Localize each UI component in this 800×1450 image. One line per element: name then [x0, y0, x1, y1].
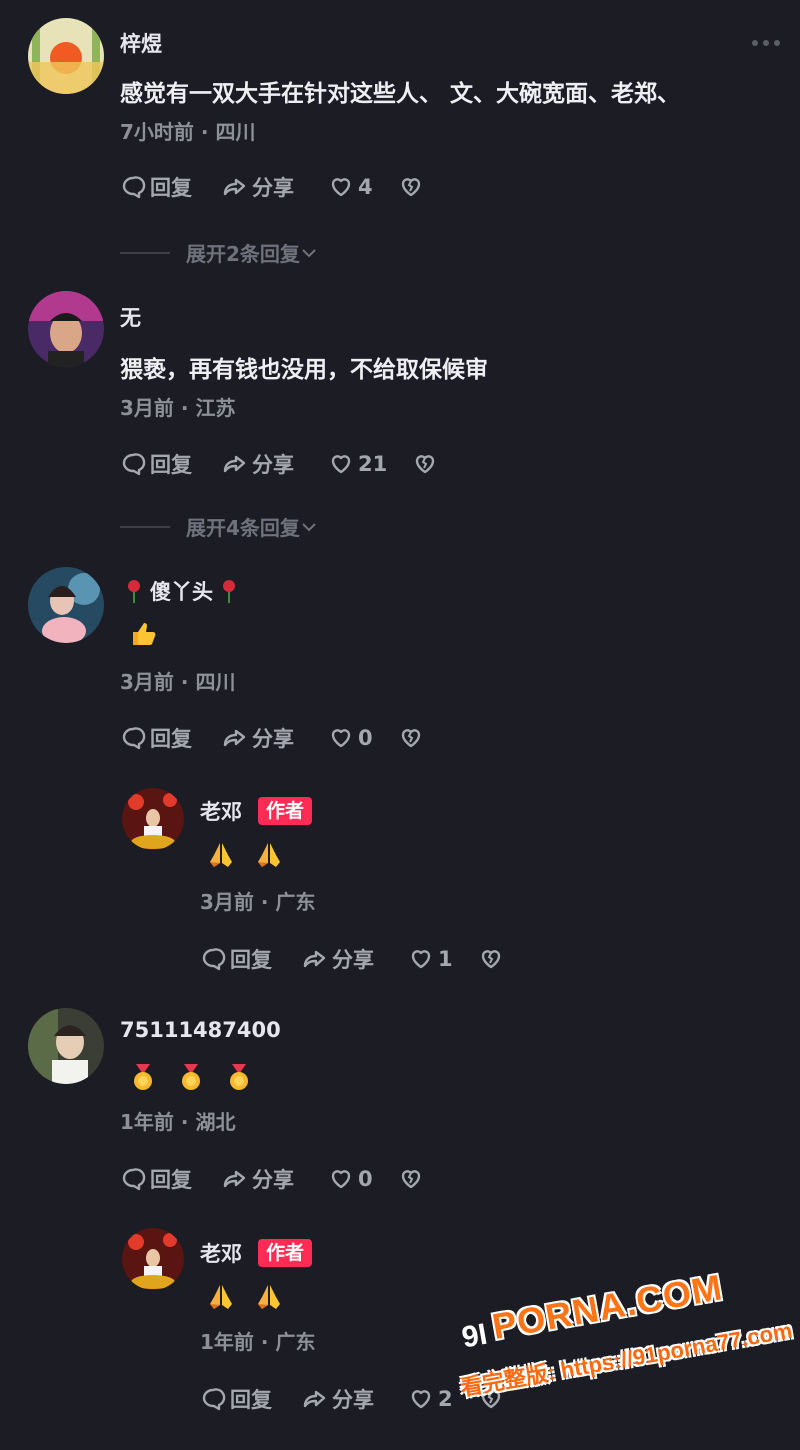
comment-emoji-row: [206, 840, 284, 870]
comment-meta: 3月前 · 四川: [120, 670, 236, 694]
comment-meta: 7小时前 · 四川: [120, 120, 256, 144]
comment-item: 傻丫头 3月前 · 四川 回复 分享 0: [0, 555, 800, 775]
broken-heart-icon: [481, 950, 501, 969]
comment-emoji-row: [128, 619, 158, 649]
like-button[interactable]: 0: [328, 725, 398, 751]
comment-text: 感觉有一双大手在针对这些人、 文、大碗宽面、老郑、: [120, 81, 681, 107]
comment-actions: 回复 分享 0: [120, 1164, 424, 1194]
broken-heart-icon: [401, 729, 421, 748]
avatar[interactable]: [28, 1008, 104, 1084]
author-badge: 作者: [258, 1239, 313, 1267]
comment-item: 无 猥亵，再有钱也没用，不给取保候审 3月前 · 江苏 回复 分享 21 展开4…: [0, 280, 800, 540]
comment-meta: 1年前 · 湖北: [120, 1110, 236, 1134]
watermark-logo: 9I: [459, 1317, 490, 1355]
avatar[interactable]: [28, 18, 104, 94]
broken-heart-icon: [415, 455, 435, 474]
comment-username[interactable]: 傻丫头: [124, 576, 239, 606]
comment-meta: 1年前 · 广东: [200, 1330, 316, 1354]
avatar[interactable]: [122, 1228, 184, 1290]
comment-bubble-icon: [122, 453, 146, 476]
share-button[interactable]: 分享: [302, 1384, 408, 1414]
comment-username[interactable]: 无: [120, 302, 141, 332]
avatar[interactable]: [28, 567, 104, 643]
like-button[interactable]: 21: [328, 451, 412, 477]
comment-emoji-row: [128, 1062, 254, 1092]
reply-item: 老邓 作者 3月前 · 广东 回复 分享 1: [0, 780, 800, 990]
share-arrow-icon: [223, 455, 246, 473]
comment-meta: 3月前 · 广东: [200, 890, 316, 914]
folded-hands-emoji: [210, 843, 232, 867]
comment-meta: 3月前 · 江苏: [120, 396, 236, 420]
comment-username[interactable]: 老邓 作者: [200, 1238, 313, 1268]
comment-bubble-icon: [122, 727, 146, 750]
dislike-button[interactable]: [478, 946, 504, 972]
dislike-button[interactable]: [398, 725, 424, 751]
comment-bubble-icon: [202, 948, 226, 971]
comment-actions: 回复 分享 0: [120, 723, 424, 753]
avatar[interactable]: [28, 291, 104, 367]
expand-replies-button[interactable]: 展开4条回复: [120, 512, 318, 541]
heart-icon: [331, 729, 351, 748]
share-button[interactable]: 分享: [222, 723, 328, 753]
comment-bubble-icon: [202, 1388, 226, 1411]
comment-actions: 回复 分享 21: [120, 449, 438, 479]
chevron-down-icon: [302, 522, 316, 531]
rose-icon: [128, 580, 140, 603]
folded-hands-emoji: [210, 1285, 232, 1309]
share-arrow-icon: [223, 729, 246, 747]
comment-item: 梓煜 感觉有一双大手在针对这些人、 文、大碗宽面、老郑、 7小时前 · 四川 回…: [0, 0, 800, 270]
avatar[interactable]: [122, 788, 184, 850]
heart-icon: [331, 178, 351, 197]
like-button[interactable]: 0: [328, 1166, 398, 1192]
medal-emoji: [134, 1064, 152, 1090]
chevron-down-icon: [302, 248, 316, 257]
comment-username[interactable]: 75111487400: [120, 1018, 281, 1042]
comment-bubble-icon: [122, 176, 146, 199]
comment-actions: 回复 分享 1: [200, 944, 504, 974]
like-button[interactable]: 1: [408, 946, 478, 972]
reply-button[interactable]: 回复: [200, 1384, 302, 1414]
comment-actions: 回复 分享 2: [200, 1384, 504, 1414]
comment-emoji-row: [206, 1282, 284, 1312]
heart-icon: [411, 1390, 431, 1409]
broken-heart-icon: [401, 178, 421, 197]
dislike-button[interactable]: [398, 174, 424, 200]
share-arrow-icon: [223, 1170, 246, 1188]
comment-username[interactable]: 梓煜: [120, 28, 162, 58]
medal-emoji: [182, 1064, 200, 1090]
heart-icon: [331, 1170, 351, 1189]
share-button[interactable]: 分享: [302, 944, 408, 974]
reply-button[interactable]: 回复: [120, 172, 222, 202]
comment-username[interactable]: 老邓 作者: [200, 796, 313, 826]
comment-actions: 回复 分享 4: [120, 172, 424, 202]
thumbs-up-emoji: [133, 623, 156, 645]
reply-button[interactable]: 回复: [120, 449, 222, 479]
reply-button[interactable]: 回复: [120, 1164, 222, 1194]
heart-icon: [331, 455, 351, 474]
broken-heart-icon: [401, 1170, 421, 1189]
reply-button[interactable]: 回复: [200, 944, 302, 974]
dislike-button[interactable]: [398, 1166, 424, 1192]
reply-button[interactable]: 回复: [120, 723, 222, 753]
share-arrow-icon: [303, 950, 326, 968]
medal-emoji: [230, 1064, 248, 1090]
heart-icon: [411, 950, 431, 969]
share-arrow-icon: [223, 178, 246, 196]
dislike-button[interactable]: [412, 451, 438, 477]
comment-text: 猥亵，再有钱也没用，不给取保候审: [120, 357, 488, 383]
share-button[interactable]: 分享: [222, 1164, 328, 1194]
like-button[interactable]: 4: [328, 174, 398, 200]
more-options-icon[interactable]: [752, 40, 780, 46]
share-button[interactable]: 分享: [222, 172, 328, 202]
folded-hands-emoji: [258, 843, 280, 867]
share-button[interactable]: 分享: [222, 449, 328, 479]
folded-hands-emoji: [258, 1285, 280, 1309]
rose-icon: [223, 580, 235, 603]
author-badge: 作者: [258, 797, 313, 825]
comment-item: 75111487400 1年前 · 湖北 回复 分享 0: [0, 1000, 800, 1215]
expand-replies-button[interactable]: 展开2条回复: [120, 238, 318, 267]
comment-bubble-icon: [122, 1168, 146, 1191]
share-arrow-icon: [303, 1390, 326, 1408]
